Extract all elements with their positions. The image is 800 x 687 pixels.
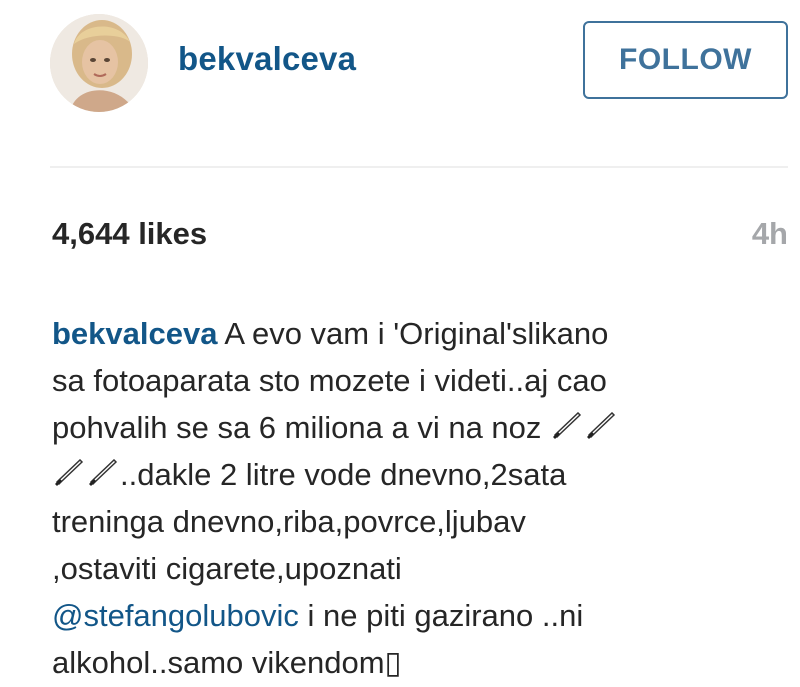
likes-count[interactable]: 4,644 likes <box>52 216 207 252</box>
caption-username-link[interactable]: bekvalceva <box>52 316 217 351</box>
caption-text-line-7: i ne piti gazirano ..ni <box>298 598 584 633</box>
caption-text-line-4: ..dakle 2 litre vode dnevno,2sata <box>120 457 567 492</box>
caption-text-line-8: alkohol..samo vikendom▯ <box>52 645 402 680</box>
caption-text-line-6: ,ostaviti cigarete,upoznati <box>52 551 402 586</box>
post-header: bekvalceva FOLLOW <box>0 0 800 125</box>
follow-button[interactable]: FOLLOW <box>583 21 788 99</box>
caption-text-line-1: A evo vam i 'Original'slikano <box>217 316 609 351</box>
username-link[interactable]: bekvalceva <box>178 40 356 78</box>
knife-icon <box>89 459 118 486</box>
divider <box>50 166 788 168</box>
profile-photo-icon <box>50 14 148 112</box>
knife-icon <box>587 412 616 439</box>
caption-text-line-2: sa fotoaparata sto mozete i videti..aj c… <box>52 363 607 398</box>
post-caption: bekvalceva A evo vam i 'Original'slikano… <box>52 310 752 686</box>
knife-icon <box>55 459 84 486</box>
knife-icon <box>553 412 582 439</box>
avatar[interactable] <box>50 14 148 112</box>
caption-mention-link[interactable]: @stefangolubovic <box>52 598 299 633</box>
post-timestamp[interactable]: 4h <box>752 216 788 252</box>
caption-text-line-5: treninga dnevno,riba,povrce,ljubav <box>52 504 526 539</box>
caption-text-line-3: pohvalih se sa 6 miliona a vi na noz <box>52 410 551 445</box>
